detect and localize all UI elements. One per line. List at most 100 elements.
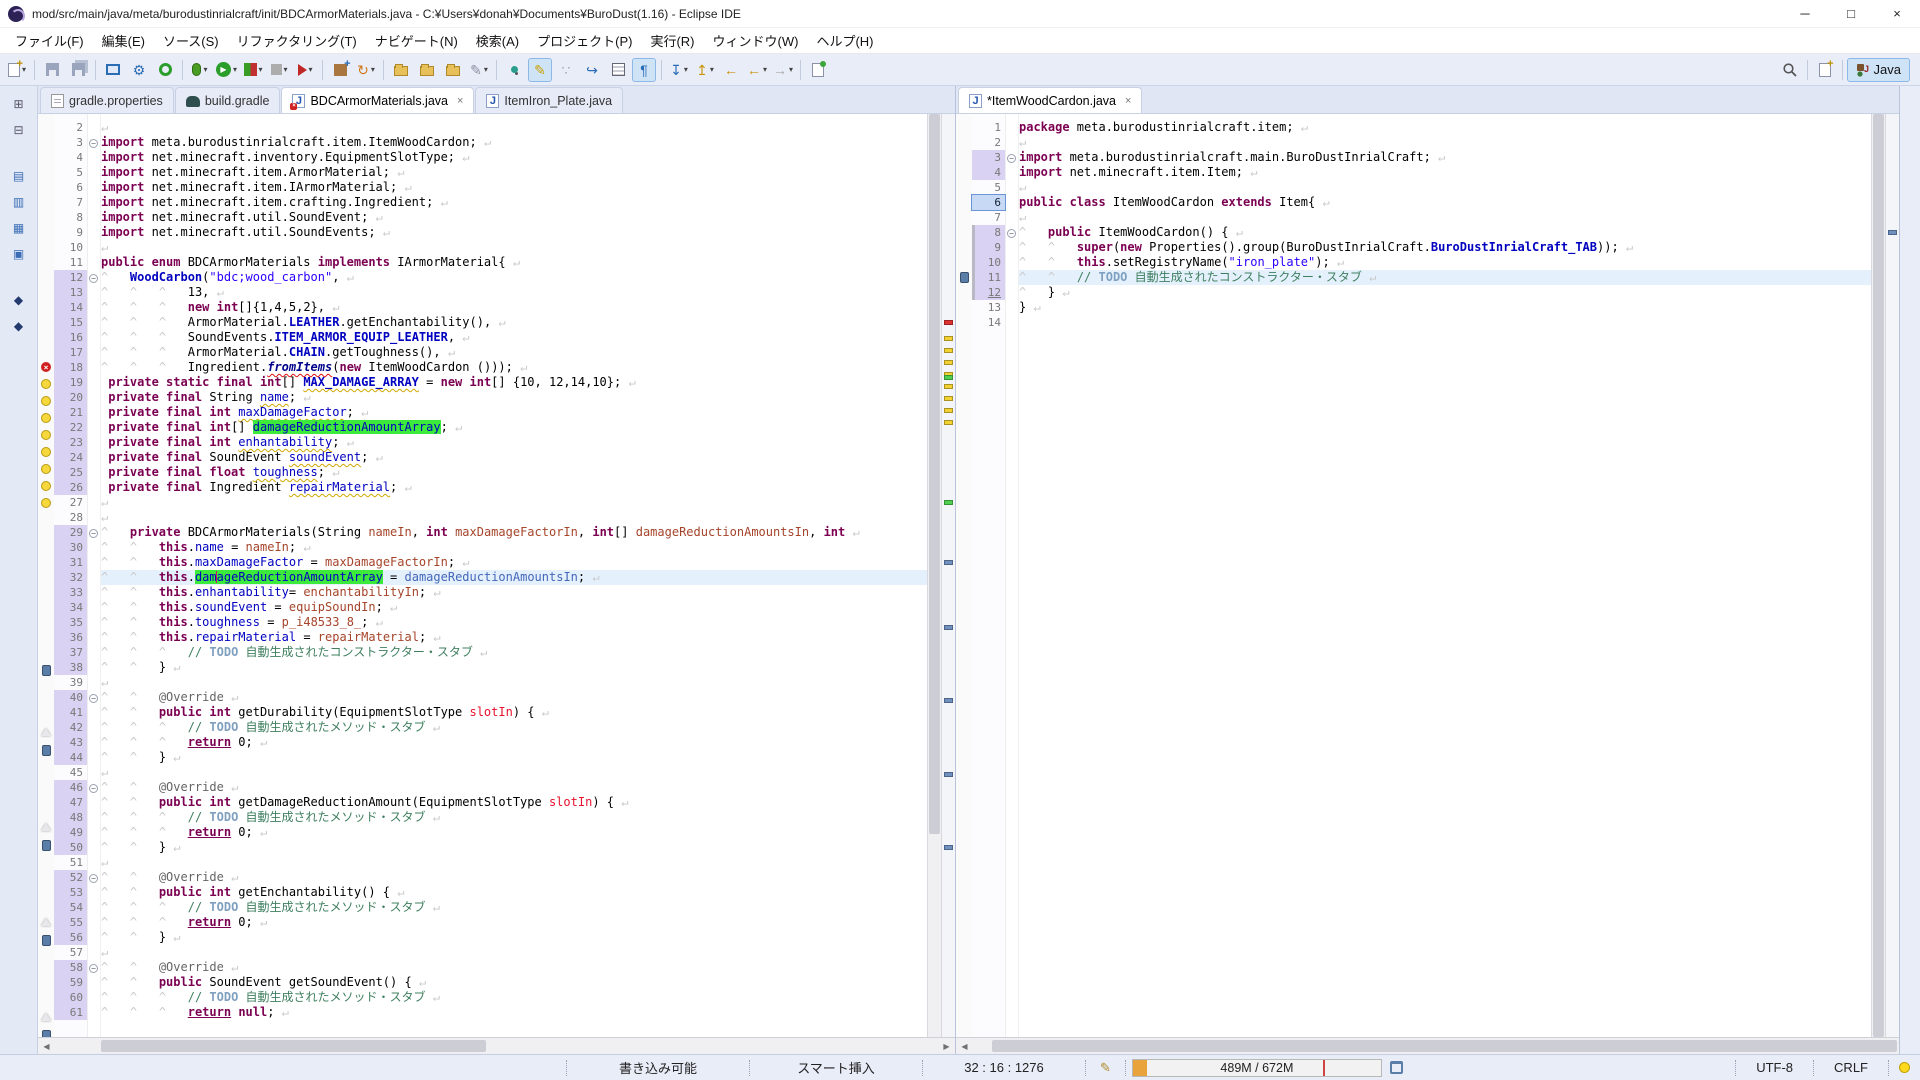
package-explorer-view-icon[interactable]: ▤ [8, 166, 30, 186]
code-line-26[interactable]: private final Ingredient repairMaterial;… [101, 480, 927, 495]
menu-item-2[interactable]: 編集(E) [93, 27, 154, 54]
minimize-button[interactable]: ─ [1782, 0, 1828, 28]
next-annotation-icon[interactable]: ↪ [580, 58, 604, 82]
vscroll-thumb[interactable] [1873, 114, 1884, 1037]
code-line-23[interactable]: private final int enhantability; ↵ [101, 435, 927, 450]
code-line-58[interactable]: ^ ^ @Override ↵ [101, 960, 927, 975]
code-line-28[interactable]: ↵ [101, 510, 927, 525]
console-view-icon[interactable]: ▣ [8, 244, 30, 264]
warn-marker-icon[interactable] [41, 430, 51, 440]
code-line-40[interactable]: ^ ^ @Override ↵ [101, 690, 927, 705]
warn-marker-icon[interactable] [41, 447, 51, 457]
forward-icon[interactable]: →▾ [771, 58, 795, 82]
fold-collapse-icon[interactable]: − [89, 139, 98, 148]
overview-mark[interactable] [944, 396, 953, 401]
code-line-43[interactable]: ^ ^ ^ return 0; ↵ [101, 735, 927, 750]
task-marker-icon[interactable] [960, 272, 969, 283]
vscroll-thumb[interactable] [929, 114, 940, 834]
show-whitespace-icon[interactable]: ¶ [632, 58, 656, 82]
code-line-32[interactable]: ^ ^ this.damageReductionAmountArray = da… [101, 570, 927, 585]
save-all-icon[interactable] [66, 58, 90, 82]
hscroll-thumb[interactable] [101, 1040, 486, 1052]
type-hierarchy-view-icon[interactable]: ▥ [8, 192, 30, 212]
notification-lightbulb-icon[interactable] [1899, 1062, 1910, 1073]
fold-collapse-icon[interactable]: − [89, 694, 98, 703]
search-icon[interactable] [1778, 58, 1802, 82]
code-line-55[interactable]: ^ ^ ^ return 0; ↵ [101, 915, 927, 930]
code-line-4[interactable]: import net.minecraft.inventory.Equipment… [101, 150, 927, 165]
code-line-14[interactable] [1019, 315, 1871, 330]
code-line-52[interactable]: ^ ^ @Override ↵ [101, 870, 927, 885]
code-line-13[interactable]: } ↵ [1019, 300, 1871, 315]
code-line-59[interactable]: ^ ^ public SoundEvent getSoundEvent() { … [101, 975, 927, 990]
code-line-46[interactable]: ^ ^ @Override ↵ [101, 780, 927, 795]
overview-mark[interactable] [944, 772, 953, 777]
save-icon[interactable] [40, 58, 64, 82]
code-line-10[interactable]: ^ ^ this.setRegistryName("iron_plate"); … [1019, 255, 1871, 270]
link-with-editor-icon[interactable]: ∵ [554, 58, 578, 82]
run-icon[interactable]: ▶▾ [214, 58, 239, 82]
left-editor-hscrollbar[interactable]: ◀ ▶ [38, 1037, 955, 1054]
restore-view-icon[interactable]: ⊞ [8, 94, 30, 114]
code-line-12[interactable]: ^ WoodCarbon("bdc;wood_carbon", ↵ [101, 270, 927, 285]
code-line-41[interactable]: ^ ^ public int getDurability(EquipmentSl… [101, 705, 927, 720]
code-line-33[interactable]: ^ ^ this.enhantability= enchantabilityIn… [101, 585, 927, 600]
menu-item-1[interactable]: ファイル(F) [6, 27, 93, 54]
folding-ruler[interactable]: −− [1006, 114, 1019, 1037]
warn-marker-icon[interactable] [41, 498, 51, 508]
overview-mark[interactable] [944, 384, 953, 389]
overview-mark[interactable] [944, 375, 953, 380]
code-line-14[interactable]: ^ ^ ^ new int[]{1,4,5,2}, ↵ [101, 300, 927, 315]
code-line-22[interactable]: private final int[] damageReductionAmoun… [101, 420, 927, 435]
refresh-icon[interactable]: ↻▾ [354, 58, 378, 82]
right-editor-hscrollbar[interactable]: ◀ ▶ [956, 1037, 1899, 1054]
code-line-53[interactable]: ^ ^ public int getEnchantability() { ↵ [101, 885, 927, 900]
close-button[interactable]: × [1874, 0, 1920, 28]
code-line-7[interactable]: import net.minecraft.item.crafting.Ingre… [101, 195, 927, 210]
code-line-18[interactable]: ^ ^ ^ Ingredient.fromItems(new ItemWoodC… [101, 360, 927, 375]
menu-item-8[interactable]: 実行(R) [641, 27, 703, 54]
code-line-13[interactable]: ^ ^ ^ 13, ↵ [101, 285, 927, 300]
fold-collapse-icon[interactable]: − [89, 274, 98, 283]
overview-mark[interactable] [944, 320, 953, 325]
overview-mark[interactable] [944, 500, 953, 505]
open-folder-1-icon[interactable] [389, 58, 413, 82]
task-marker-icon[interactable] [42, 935, 51, 946]
overview-ruler[interactable] [1885, 114, 1899, 1037]
code-line-48[interactable]: ^ ^ ^ // TODO 自動生成されたメソッド・スタブ ↵ [101, 810, 927, 825]
code-line-6[interactable]: import net.minecraft.item.IArmorMaterial… [101, 180, 927, 195]
code-line-49[interactable]: ^ ^ ^ return 0; ↵ [101, 825, 927, 840]
code-line-3[interactable]: import meta.burodustinrialcraft.main.Bur… [1019, 150, 1871, 165]
bookmark-view-icon[interactable]: ◆ [8, 290, 30, 310]
code-line-31[interactable]: ^ ^ this.maxDamageFactor = maxDamageFact… [101, 555, 927, 570]
code-line-45[interactable]: ↵ [101, 765, 927, 780]
code-line-9[interactable]: ^ ^ super(new Properties().group(BuroDus… [1019, 240, 1871, 255]
maximize-button[interactable]: □ [1828, 0, 1874, 28]
code-line-47[interactable]: ^ ^ public int getDamageReductionAmount(… [101, 795, 927, 810]
code-line-35[interactable]: ^ ^ this.toughness = p_i48533_8_; ↵ [101, 615, 927, 630]
tab-gradle-properties[interactable]: gradle.properties [40, 87, 174, 113]
code-line-57[interactable]: ↵ [101, 945, 927, 960]
overview-mark[interactable] [944, 420, 953, 425]
debug-icon[interactable]: ▾ [188, 58, 212, 82]
task-marker-icon[interactable] [42, 745, 51, 756]
code-area[interactable]: ↵import meta.burodustinrialcraft.item.It… [101, 114, 927, 1037]
overview-mark[interactable] [1888, 230, 1897, 235]
open-folder-3-icon[interactable] [441, 58, 465, 82]
scroll-left-arrow-icon[interactable]: ◀ [38, 1042, 55, 1051]
open-perspective-icon[interactable] [1813, 58, 1837, 82]
code-line-15[interactable]: ^ ^ ^ ArmorMaterial.LEATHER.getEnchantab… [101, 315, 927, 330]
coverage-icon[interactable]: ▾ [241, 58, 265, 82]
left-editor[interactable]: ×234567891011121314151617181920212223242… [38, 114, 955, 1037]
overview-mark[interactable] [944, 360, 953, 365]
open-folder-2-icon[interactable] [415, 58, 439, 82]
fold-collapse-icon[interactable]: − [89, 874, 98, 883]
code-line-1[interactable]: package meta.burodustinrialcraft.item; ↵ [1019, 120, 1871, 135]
code-line-29[interactable]: ^ private BDCArmorMaterials(String nameI… [101, 525, 927, 540]
marker-pen-icon[interactable]: ✎▾ [467, 58, 491, 82]
code-line-8[interactable]: ^ public ItemWoodCardon() { ↵ [1019, 225, 1871, 240]
code-line-5[interactable]: import net.minecraft.item.ArmorMaterial;… [101, 165, 927, 180]
code-line-24[interactable]: private final SoundEvent soundEvent; ↵ [101, 450, 927, 465]
code-line-25[interactable]: private final float toughness; ↵ [101, 465, 927, 480]
code-line-39[interactable]: ↵ [101, 675, 927, 690]
